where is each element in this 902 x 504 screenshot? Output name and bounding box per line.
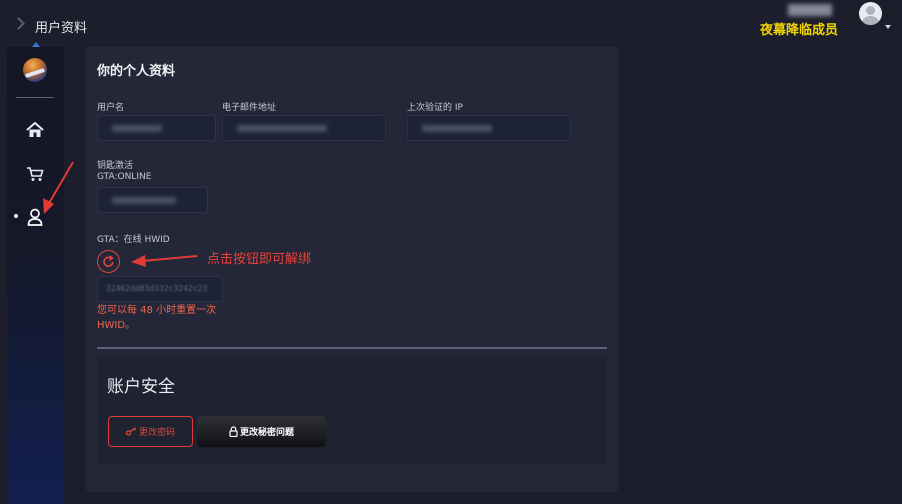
key-activation-label: 钥匙激活 bbox=[97, 161, 134, 171]
sidebar-divider bbox=[16, 97, 54, 98]
top-bar: 用户资料 夜幕降临成员 bbox=[0, 0, 902, 46]
last-ip-field[interactable] bbox=[407, 115, 571, 141]
key-icon bbox=[125, 427, 137, 436]
annotation-text: 点击按钮即可解绑 bbox=[207, 252, 312, 267]
change-password-button[interactable]: 更改密码 bbox=[108, 416, 193, 447]
profile-title: 你的个人资料 bbox=[97, 64, 176, 79]
sidebar-item-home[interactable] bbox=[22, 117, 48, 143]
key-product-label: GTA:ONLINE bbox=[97, 172, 152, 182]
active-indicator bbox=[14, 214, 18, 218]
lock-icon bbox=[229, 426, 238, 437]
redacted-value bbox=[422, 125, 492, 132]
username-redacted bbox=[788, 4, 832, 16]
email-label: 电子邮件地址 bbox=[222, 103, 277, 113]
change-secret-question-label: 更改秘密问题 bbox=[239, 428, 294, 438]
hwid-field[interactable]: 32462dd83d332c3242c23 bbox=[97, 276, 223, 302]
last-ip-label: 上次验证的 IP bbox=[407, 103, 463, 113]
sidebar bbox=[7, 47, 64, 504]
sidebar-item-profile[interactable] bbox=[22, 204, 48, 230]
cart-icon bbox=[27, 167, 44, 181]
hwid-value: 32462dd83d332c3242c23 bbox=[106, 284, 208, 293]
redacted-value bbox=[237, 125, 327, 132]
page-title: 用户资料 bbox=[35, 21, 88, 36]
redacted-value bbox=[112, 197, 176, 204]
refresh-icon bbox=[103, 255, 114, 267]
user-role-badge: 夜幕降临成员 bbox=[760, 23, 839, 38]
reset-hwid-button[interactable] bbox=[97, 250, 120, 273]
hwid-label: GTA：在线 HWID bbox=[97, 235, 170, 245]
hwid-reset-hint: 您可以每 48 小时重置一次 HWID。 bbox=[97, 305, 217, 331]
user-icon bbox=[27, 208, 43, 226]
username-label: 用户名 bbox=[97, 103, 125, 113]
avatar[interactable] bbox=[859, 2, 882, 25]
chevron-right-icon[interactable] bbox=[12, 17, 25, 30]
caret-down-icon[interactable] bbox=[885, 25, 891, 29]
change-secret-question-button[interactable]: 更改秘密问题 bbox=[197, 416, 326, 447]
redacted-value bbox=[112, 125, 162, 132]
section-divider bbox=[97, 347, 607, 349]
home-icon bbox=[26, 122, 44, 137]
change-password-label: 更改密码 bbox=[138, 428, 175, 438]
username-field[interactable] bbox=[97, 115, 216, 141]
logo[interactable] bbox=[23, 58, 47, 82]
key-field[interactable] bbox=[97, 187, 208, 213]
sidebar-item-cart[interactable] bbox=[22, 161, 48, 187]
email-field[interactable] bbox=[222, 115, 386, 141]
security-title: 账户安全 bbox=[107, 377, 175, 397]
